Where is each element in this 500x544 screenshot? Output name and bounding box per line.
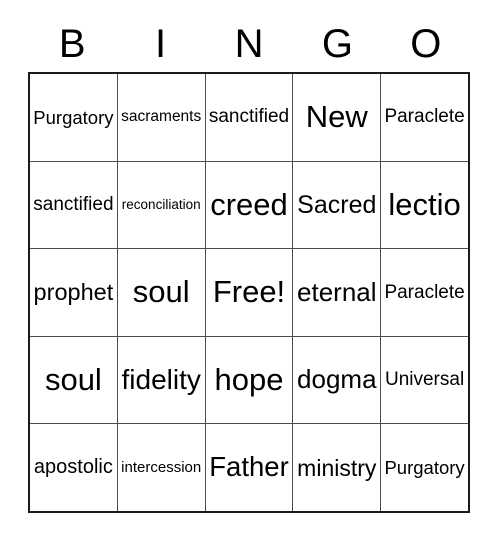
bingo-cell[interactable]: Paraclete [381, 249, 468, 336]
bingo-cell-label: apostolic [33, 456, 113, 479]
bingo-cell[interactable]: reconciliation [118, 161, 206, 249]
bingo-cell[interactable]: apostolic [30, 424, 118, 511]
bingo-cell-label: intercession [121, 458, 202, 476]
bingo-cell[interactable]: Universal [381, 337, 468, 424]
bingo-cell[interactable]: Purgatory [381, 424, 468, 511]
bingo-row: apostolic intercession Father ministry P… [30, 424, 468, 511]
bingo-header-letter-o: O [410, 22, 442, 66]
bingo-cell-free-space[interactable]: Free! [206, 249, 294, 336]
bingo-cell-label: Father [209, 451, 289, 483]
bingo-cell-label: hope [214, 361, 284, 397]
bingo-cell[interactable]: intercession [118, 424, 206, 511]
bingo-row: soul fidelity hope dogma Universal [30, 336, 468, 425]
bingo-cell-label: dogma [297, 364, 377, 395]
bingo-cell-label: Purgatory [33, 106, 114, 128]
bingo-cell-label: Paraclete [384, 281, 465, 303]
bingo-row: sanctified reconciliation creed Sacred l… [30, 161, 468, 250]
bingo-grid: Purgatory sacraments sanctified New Para… [28, 72, 470, 513]
bingo-cell[interactable]: creed [206, 161, 294, 249]
bingo-cell-label: Purgatory [384, 456, 465, 478]
bingo-cell-label: lectio [388, 186, 461, 222]
bingo-cell-label: ministry [297, 454, 377, 481]
bingo-cell-label: Paraclete [384, 106, 465, 128]
bingo-cell-label: sanctified [33, 193, 114, 215]
bingo-header-letter-n: N [234, 22, 264, 66]
bingo-cell[interactable]: hope [206, 336, 294, 424]
bingo-row: prophet soul Free! eternal Paraclete [30, 249, 468, 337]
bingo-card: B I N G O Purgatory sacraments sanctifie… [0, 0, 500, 544]
bingo-row: Purgatory sacraments sanctified New Para… [30, 74, 468, 162]
bingo-cell-label: Universal [384, 369, 465, 391]
bingo-cell[interactable]: ministry [293, 424, 382, 511]
bingo-cell[interactable]: sacraments [118, 74, 206, 161]
bingo-cell[interactable]: sanctified [206, 74, 294, 161]
bingo-cell-label: Sacred [297, 190, 377, 219]
bingo-cell[interactable]: Paraclete [381, 74, 468, 161]
bingo-header-letter-g: G [321, 22, 353, 66]
bingo-cell[interactable]: prophet [30, 249, 118, 336]
bingo-header-letter-i: I [155, 22, 167, 66]
bingo-cell[interactable]: Sacred [293, 161, 382, 249]
bingo-cell-label: fidelity [121, 364, 201, 396]
bingo-cell[interactable]: lectio [381, 162, 468, 249]
bingo-cell[interactable]: Purgatory [30, 74, 118, 161]
bingo-cell[interactable]: sanctified [30, 161, 118, 249]
bingo-cell[interactable]: soul [30, 336, 118, 424]
bingo-cell-label: New [305, 99, 368, 135]
bingo-free-space-label: Free! [212, 274, 286, 310]
bingo-cell[interactable]: fidelity [118, 336, 206, 424]
bingo-cell-label: soul [44, 361, 102, 397]
bingo-cell-label: sacraments [121, 108, 202, 126]
bingo-header-row: B I N G O [28, 16, 470, 72]
bingo-cell-label: eternal [297, 276, 377, 307]
bingo-cell-label: prophet [33, 279, 114, 306]
bingo-cell[interactable]: soul [118, 249, 206, 336]
bingo-cell-label: soul [132, 274, 190, 310]
bingo-cell[interactable]: dogma [293, 336, 382, 424]
bingo-header-letter-b: B [58, 22, 86, 66]
bingo-cell-label: reconciliation [121, 196, 201, 212]
bingo-cell-label: creed [210, 186, 288, 222]
bingo-cell[interactable]: eternal [293, 249, 382, 336]
bingo-cell-label: sanctified [208, 106, 290, 128]
bingo-cell[interactable]: Father [206, 424, 294, 511]
bingo-cell[interactable]: New [293, 74, 382, 161]
